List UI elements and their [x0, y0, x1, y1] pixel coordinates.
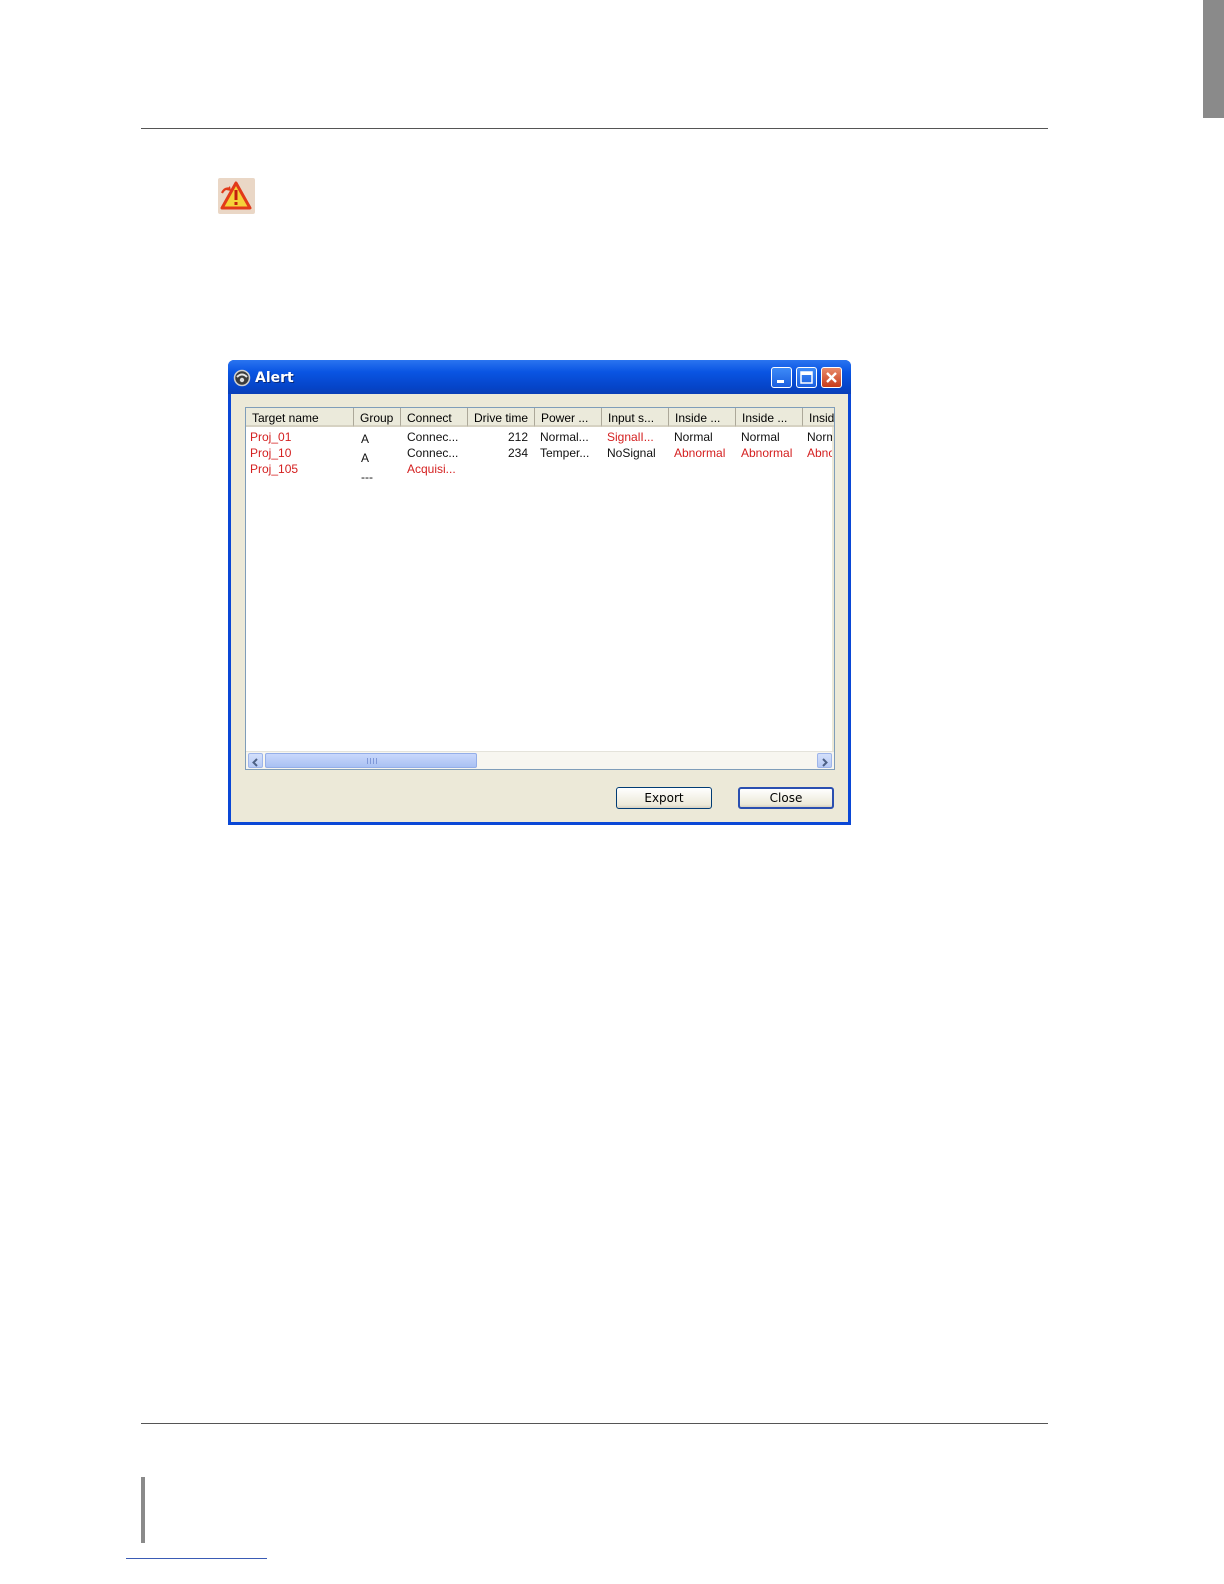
scroll-thumb[interactable]: [265, 753, 477, 768]
top-rule: [141, 128, 1048, 129]
cell-drive-time: 212: [507, 430, 528, 444]
cell-inside-2: Normal: [741, 430, 780, 444]
column-header-group[interactable]: Group: [354, 408, 401, 427]
alert-warning-icon: [218, 178, 255, 214]
column-header-drive-time[interactable]: Drive time: [468, 408, 535, 427]
cell-group: A: [361, 451, 370, 465]
close-icon: [826, 372, 837, 383]
list-edge: [832, 408, 834, 755]
column-header-inside-1[interactable]: Inside ...: [669, 408, 736, 427]
cell-target: Proj_10: [250, 446, 292, 460]
footer-link-underline: [126, 1558, 267, 1559]
maximize-icon: [800, 371, 813, 384]
cell-power: Normal...: [540, 430, 589, 444]
column-header-connect[interactable]: Connect: [401, 408, 468, 427]
cell-group: ---: [361, 470, 373, 484]
cell-inside-3: Abno: [807, 446, 832, 460]
title-bar[interactable]: Alert: [228, 360, 851, 394]
maximize-button[interactable]: [796, 367, 817, 388]
close-window-button[interactable]: [821, 367, 842, 388]
side-tab: [1203, 0, 1224, 118]
list-header: Target name Group Connect Drive time Pow…: [246, 408, 834, 427]
cell-target: Proj_105: [250, 462, 299, 476]
cell-connect: Connec...: [407, 446, 459, 460]
cell-inside-2: Abnormal: [741, 446, 793, 460]
cell-inside-1: Normal: [674, 430, 713, 444]
scroll-right-button[interactable]: [817, 753, 832, 768]
cell-power: Temper...: [540, 446, 590, 460]
alert-list[interactable]: Target name Group Connect Drive time Pow…: [245, 407, 835, 770]
grip-icon: [367, 758, 377, 764]
margin-bar: [141, 1477, 145, 1543]
cell-inside-3: Norm: [807, 430, 832, 444]
cell-group: A: [361, 432, 370, 446]
cell-input: NoSignal: [607, 446, 656, 460]
minimize-button[interactable]: [771, 367, 792, 388]
chevron-right-icon: [822, 758, 828, 767]
cell-target: Proj_01: [250, 430, 292, 444]
cell-connect: Acquisi...: [407, 462, 456, 476]
minimize-icon: [777, 380, 784, 383]
app-icon: [233, 369, 251, 391]
column-header-input[interactable]: Input s...: [602, 408, 669, 427]
close-button[interactable]: Close: [738, 787, 834, 809]
bottom-rule: [141, 1423, 1048, 1424]
window-title: Alert: [255, 370, 294, 386]
export-button[interactable]: Export: [616, 787, 712, 809]
scroll-left-button[interactable]: [248, 753, 263, 768]
cell-input: SignalI...: [607, 430, 654, 444]
column-header-power[interactable]: Power ...: [535, 408, 602, 427]
alert-window: Alert Target name Group Connect Drive ti…: [228, 360, 851, 825]
column-header-inside-3[interactable]: Insid: [803, 408, 834, 427]
column-header-inside-2[interactable]: Inside ...: [736, 408, 803, 427]
column-header-target-name[interactable]: Target name: [246, 408, 354, 427]
cell-inside-1: Abnormal: [674, 446, 726, 460]
chevron-left-icon: [252, 758, 258, 767]
window-client: Target name Group Connect Drive time Pow…: [231, 394, 848, 822]
horizontal-scrollbar[interactable]: [246, 751, 834, 769]
cell-drive-time: 234: [507, 446, 528, 460]
cell-connect: Connec...: [407, 430, 459, 444]
